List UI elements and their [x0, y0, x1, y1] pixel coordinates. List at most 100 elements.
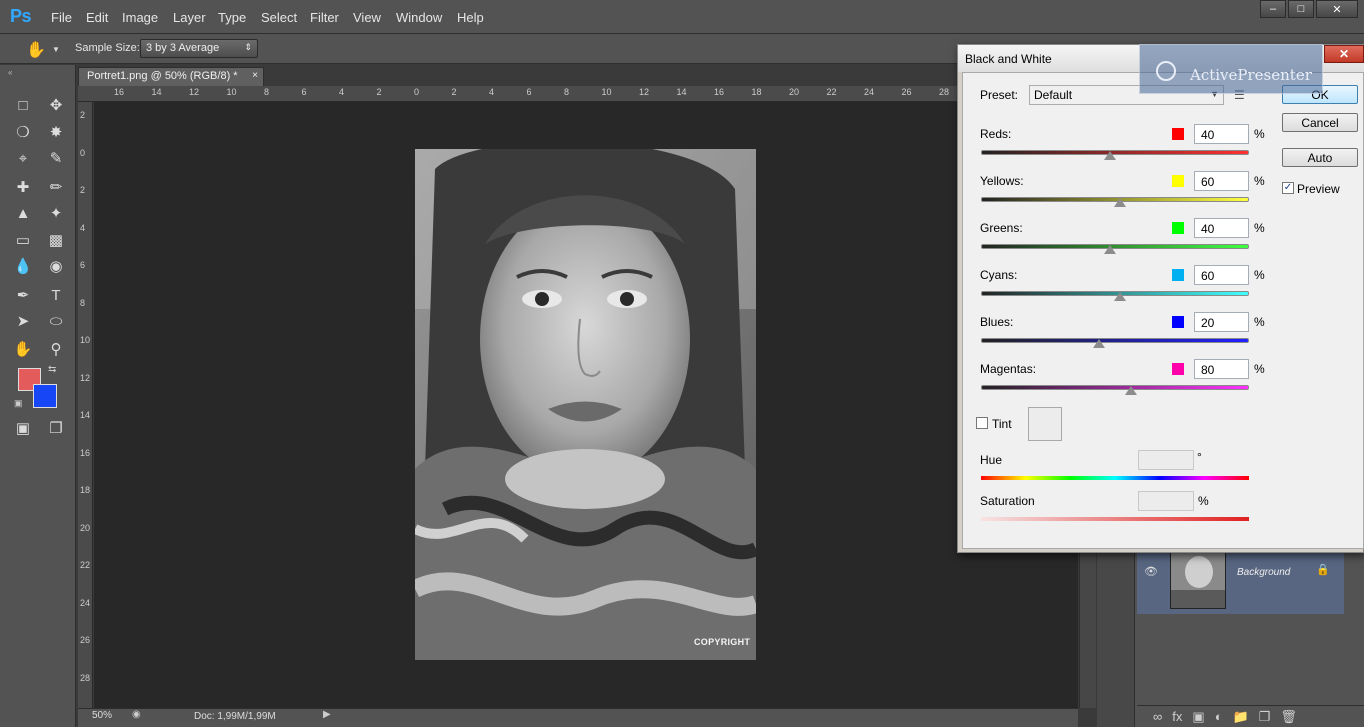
- ruler-left-label: 8: [80, 297, 86, 308]
- yellows-value-input[interactable]: 60: [1194, 171, 1249, 191]
- ruler-left-label: 18: [80, 485, 91, 495]
- delete-layer-icon[interactable]: 🗑: [1280, 709, 1297, 724]
- copyright-watermark: COPYRIGHT: [694, 637, 751, 647]
- maximize-button[interactable]: □: [1288, 0, 1314, 18]
- yellows-unit: %: [1254, 174, 1265, 188]
- ruler-top-label: 6: [301, 87, 307, 97]
- reds-value-input[interactable]: 40: [1194, 124, 1249, 144]
- healing-brush-tool-icon[interactable]: ✚: [10, 175, 36, 199]
- hand-tool-icon[interactable]: ✋: [10, 337, 36, 361]
- status-info-icon[interactable]: ◉: [132, 709, 141, 720]
- preview-checkbox[interactable]: ✓: [1282, 182, 1294, 194]
- zoom-tool-icon[interactable]: ⚲: [43, 337, 69, 361]
- magentas-slider-track[interactable]: [981, 385, 1249, 390]
- saturation-input[interactable]: [1138, 491, 1194, 511]
- blues-slider-track[interactable]: [981, 338, 1249, 343]
- greens-value-input[interactable]: 40: [1194, 218, 1249, 238]
- layer-name[interactable]: Background: [1237, 567, 1290, 578]
- menu-view[interactable]: View: [353, 10, 381, 25]
- magentas-label: Magentas:: [980, 362, 1037, 376]
- document-tab[interactable]: Portret1.png @ 50% (RGB/8) * ×: [78, 67, 264, 86]
- blues-label: Blues:: [980, 315, 1014, 329]
- background-color-swatch[interactable]: [33, 384, 57, 408]
- ellipse-tool-icon[interactable]: ⬭: [43, 309, 69, 333]
- preset-dropdown-icon[interactable]: ▼: [52, 45, 60, 54]
- swap-colors-icon[interactable]: ⇆: [48, 364, 56, 375]
- tint-checkbox[interactable]: [976, 417, 988, 429]
- cyans-value-input[interactable]: 60: [1194, 265, 1249, 285]
- close-button[interactable]: ✕: [1316, 0, 1358, 18]
- sample-size-select[interactable]: 3 by 3 Average ⇕: [140, 39, 258, 58]
- lasso-tool-icon[interactable]: ❍: [10, 120, 36, 144]
- auto-button[interactable]: Auto: [1282, 148, 1358, 167]
- menu-filter[interactable]: Filter: [310, 10, 339, 25]
- ruler-left-label: 4: [80, 222, 86, 233]
- type-tool-icon[interactable]: T: [43, 283, 69, 307]
- tint-color-swatch[interactable]: [1028, 407, 1062, 441]
- ruler-top-label: 12: [639, 87, 650, 97]
- tint-label: Tint: [992, 417, 1012, 431]
- crop-tool-icon[interactable]: ⌖: [10, 146, 36, 170]
- ruler-top-label: 28: [939, 87, 950, 97]
- stamp-tool-icon[interactable]: ▲: [10, 201, 36, 225]
- tab-close-icon[interactable]: ×: [252, 70, 258, 81]
- reds-color-swatch: [1172, 128, 1184, 140]
- minimize-button[interactable]: ‒: [1260, 0, 1286, 18]
- yellows-slider-thumb[interactable]: [1114, 198, 1127, 207]
- menu-edit[interactable]: Edit: [86, 10, 108, 25]
- menu-type[interactable]: Type: [218, 10, 246, 25]
- hue-slider-track[interactable]: [981, 476, 1249, 480]
- blues-value-input[interactable]: 20: [1194, 312, 1249, 332]
- reds-slider-thumb[interactable]: [1103, 151, 1116, 160]
- quick-mask-icon[interactable]: ▣: [10, 416, 36, 440]
- layer-style-fx-icon[interactable]: fx: [1172, 709, 1182, 724]
- cancel-button[interactable]: Cancel: [1282, 113, 1358, 132]
- screen-mode-icon[interactable]: ❐: [43, 416, 69, 440]
- menu-select[interactable]: Select: [261, 10, 297, 25]
- dialog-close-button[interactable]: ✕: [1324, 45, 1364, 63]
- menu-window[interactable]: Window: [396, 10, 442, 25]
- magic-wand-tool-icon[interactable]: ✸: [43, 120, 69, 144]
- new-group-icon[interactable]: 📁: [1233, 709, 1249, 724]
- link-layers-icon[interactable]: ∞: [1153, 709, 1162, 724]
- menu-image[interactable]: Image: [122, 10, 158, 25]
- marquee-tool-icon[interactable]: □: [10, 93, 36, 117]
- magentas-color-swatch: [1172, 363, 1184, 375]
- greens-slider-thumb[interactable]: [1103, 245, 1116, 254]
- layer-visibility-eye-icon[interactable]: 👁: [1144, 565, 1158, 578]
- status-menu-arrow-icon[interactable]: ▶: [323, 709, 331, 720]
- path-selection-tool-icon[interactable]: ➤: [10, 309, 36, 333]
- pen-tool-icon[interactable]: ✒: [10, 283, 36, 307]
- add-mask-icon[interactable]: ▣: [1192, 709, 1204, 724]
- menu-help[interactable]: Help: [457, 10, 484, 25]
- brush-tool-icon[interactable]: ✏: [43, 175, 69, 199]
- eraser-tool-icon[interactable]: ▭: [10, 228, 36, 252]
- collapse-icon[interactable]: «: [8, 68, 12, 77]
- new-layer-icon[interactable]: ❐: [1259, 709, 1271, 724]
- magentas-slider-thumb[interactable]: [1125, 386, 1138, 395]
- cyans-color-swatch: [1172, 269, 1184, 281]
- saturation-slider-track[interactable]: [981, 517, 1249, 521]
- eyedropper-tool-icon[interactable]: ✎: [43, 146, 69, 170]
- ruler-left-label: 0: [80, 147, 86, 158]
- menu-layer[interactable]: Layer: [173, 10, 206, 25]
- layer-lock-icon: 🔒: [1316, 564, 1330, 576]
- default-colors-icon[interactable]: ▣: [14, 398, 23, 409]
- blues-slider-thumb[interactable]: [1092, 339, 1105, 348]
- cyans-slider-thumb[interactable]: [1114, 292, 1127, 301]
- history-brush-tool-icon[interactable]: ✦: [43, 201, 69, 225]
- hand-tool-preset-icon[interactable]: ✋: [26, 40, 46, 60]
- zoom-level[interactable]: 50%: [92, 710, 112, 721]
- hue-input[interactable]: [1138, 450, 1194, 470]
- ruler-top-label: 26: [901, 87, 912, 97]
- adjustment-layer-icon[interactable]: ◐: [1215, 709, 1223, 724]
- magentas-unit: %: [1254, 362, 1265, 376]
- blur-tool-icon[interactable]: 💧: [10, 254, 36, 278]
- gradient-tool-icon[interactable]: ▩: [43, 228, 69, 252]
- magentas-value-input[interactable]: 80: [1194, 359, 1249, 379]
- layer-row-background[interactable]: [1137, 548, 1344, 614]
- menu-file[interactable]: File: [51, 10, 72, 25]
- move-tool-icon[interactable]: ✥: [43, 93, 69, 117]
- dodge-tool-icon[interactable]: ◉: [43, 254, 69, 278]
- cyans-unit: %: [1254, 268, 1265, 282]
